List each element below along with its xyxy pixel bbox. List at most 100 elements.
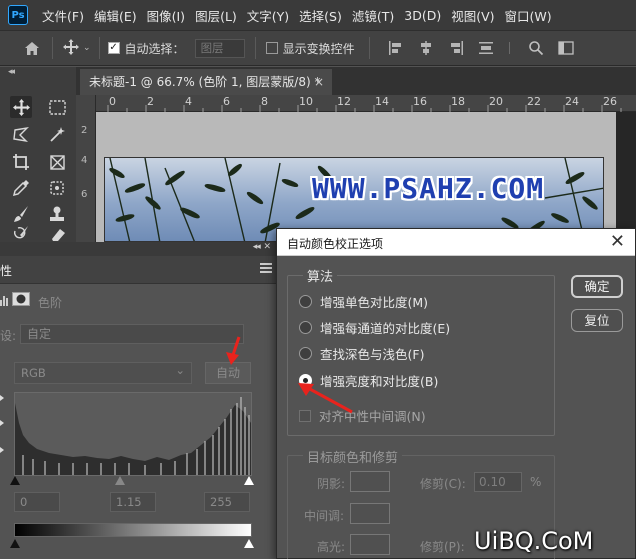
- history-brush-tool-icon[interactable]: [10, 225, 32, 242]
- toolbar: ◂◂: [0, 67, 76, 242]
- preset-select[interactable]: 自定: [20, 324, 244, 344]
- red-arrow-auto-icon: [226, 336, 241, 365]
- stamp-tool-icon[interactable]: [46, 203, 68, 225]
- ruler-mark: 14: [375, 95, 389, 108]
- home-icon[interactable]: [22, 38, 42, 58]
- eyedropper-white-icon[interactable]: [0, 447, 4, 453]
- show-transform-checkbox[interactable]: [265, 42, 278, 54]
- auto-select-checkbox[interactable]: ✓: [107, 42, 120, 54]
- output-white-handle[interactable]: [244, 539, 254, 548]
- output-black-handle[interactable]: [10, 539, 20, 548]
- white-point-handle[interactable]: [244, 476, 254, 485]
- shadows-color-swatch[interactable]: [350, 471, 390, 492]
- algorithms-group-title: 算法: [303, 266, 338, 285]
- layer-mask-icon[interactable]: [12, 292, 30, 309]
- target-colors-group-title: 目标颜色和修剪: [303, 447, 403, 466]
- crop-tool-icon[interactable]: [10, 151, 32, 173]
- lasso-tool-icon[interactable]: [10, 124, 32, 146]
- menu-edit[interactable]: 编辑(E): [89, 6, 142, 25]
- menu-filter[interactable]: 滤镜(T): [347, 6, 399, 25]
- ruler-ticks: [107, 105, 622, 112]
- canvas-watermark-text: WWW.PSAHZ.COM: [312, 172, 545, 205]
- shadows-clip-input[interactable]: 0.10: [474, 472, 522, 492]
- frame-tool-icon[interactable]: [46, 151, 68, 173]
- menu-3d[interactable]: 3D(D): [399, 8, 446, 23]
- chevron-down-icon: ⌄: [83, 43, 91, 53]
- brush-tool-icon[interactable]: [10, 203, 32, 225]
- radio-button[interactable]: [299, 347, 312, 360]
- align-center-icon[interactable]: [418, 40, 434, 56]
- close-tab-icon[interactable]: ×: [314, 69, 324, 95]
- menu-type[interactable]: 文字(Y): [242, 6, 294, 25]
- radio-label: 增强每通道的对比度(E): [320, 321, 451, 336]
- input-white-field[interactable]: 255: [204, 492, 250, 512]
- align-left-icon[interactable]: [388, 40, 404, 56]
- input-black-field[interactable]: 0: [14, 492, 60, 512]
- move-tool-preset[interactable]: ⌄: [63, 38, 91, 58]
- highlights-label: 高光:: [317, 540, 346, 554]
- ok-button[interactable]: 确定: [571, 275, 623, 298]
- input-levels-slider[interactable]: [10, 476, 254, 488]
- separator: [52, 37, 53, 59]
- auto-select-target-select[interactable]: 图层: [194, 38, 245, 58]
- panel-menu-icon[interactable]: [260, 263, 272, 273]
- dialog-title: 自动颜色校正选项: [287, 237, 384, 251]
- menu-window[interactable]: 窗口(W): [500, 6, 557, 25]
- move-tool-icon[interactable]: [10, 96, 32, 118]
- eyedropper-tool-icon[interactable]: [10, 177, 32, 199]
- document-tab[interactable]: 未标题-1 @ 66.7% (色阶 1, 图层蒙版/8) * ×: [80, 69, 332, 95]
- input-gamma-field[interactable]: 1.15: [110, 492, 156, 512]
- panel-icon[interactable]: [557, 40, 574, 56]
- search-icon[interactable]: [528, 40, 544, 56]
- align-right-icon[interactable]: [448, 40, 464, 56]
- clip-percent-label: %: [530, 475, 542, 489]
- menu-layer[interactable]: 图层(L): [190, 6, 242, 25]
- distribute-icon[interactable]: [478, 40, 494, 56]
- radio-enhance-per-channel[interactable]: 增强每通道的对比度(E): [299, 318, 450, 337]
- radio-button[interactable]: [299, 321, 312, 334]
- marquee-tool-icon[interactable]: [46, 96, 68, 118]
- menu-image[interactable]: 图像(I): [142, 6, 190, 25]
- highlights-color-swatch[interactable]: [350, 534, 390, 555]
- collapse-icon[interactable]: ◂◂: [8, 67, 15, 77]
- ruler-mark: 6: [223, 95, 230, 108]
- close-icon[interactable]: ✕: [610, 231, 625, 253]
- eyedropper-gray-icon[interactable]: [0, 420, 4, 426]
- histogram-graph: [15, 397, 251, 475]
- menu-view[interactable]: 视图(V): [446, 6, 499, 25]
- red-arrow-option-icon: [298, 383, 353, 414]
- reset-button[interactable]: 复位: [571, 309, 623, 332]
- menu-select[interactable]: 选择(S): [294, 6, 347, 25]
- separator: [254, 37, 256, 59]
- menu-file[interactable]: 文件(F): [37, 6, 89, 25]
- radio-find-dark-light[interactable]: 查找深色与浅色(F): [299, 344, 424, 363]
- ruler-mark: 12: [337, 95, 351, 108]
- ruler-mark: 24: [565, 95, 579, 108]
- preset-label: 设:: [0, 329, 17, 343]
- collapse-panel-icon[interactable]: ◂◂ ✕: [253, 242, 271, 252]
- move-icon: [63, 38, 79, 58]
- radio-button[interactable]: [299, 295, 312, 308]
- gamma-handle[interactable]: [115, 476, 125, 485]
- auto-select-label: 自动选择：: [124, 41, 185, 56]
- channel-select[interactable]: RGB: [14, 360, 192, 384]
- levels-histogram-icon: [0, 294, 10, 309]
- midtones-color-swatch[interactable]: [350, 503, 390, 524]
- radio-label: 增强单色对比度(M): [320, 295, 429, 310]
- separator: [98, 37, 100, 59]
- shadows-clip-label: 修剪(C):: [420, 477, 466, 491]
- ruler-mark: 26: [603, 95, 617, 108]
- site-watermark: UiBQ.CoM: [474, 527, 594, 555]
- black-point-handle[interactable]: [10, 476, 20, 485]
- eyedropper-black-icon[interactable]: [0, 395, 4, 401]
- output-levels-slider[interactable]: [10, 539, 254, 551]
- properties-tab-bar: 性: [0, 256, 278, 284]
- separator-icon: [508, 40, 524, 56]
- magic-wand-tool-icon[interactable]: [46, 124, 68, 146]
- radio-enhance-monochromatic[interactable]: 增强单色对比度(M): [299, 292, 428, 311]
- tab-properties[interactable]: 性: [0, 262, 12, 279]
- properties-panel-header: ◂◂ ✕: [0, 242, 278, 256]
- patch-tool-icon[interactable]: [46, 177, 68, 199]
- eraser-tool-icon[interactable]: [46, 225, 68, 242]
- radio-label: 查找深色与浅色(F): [320, 347, 425, 362]
